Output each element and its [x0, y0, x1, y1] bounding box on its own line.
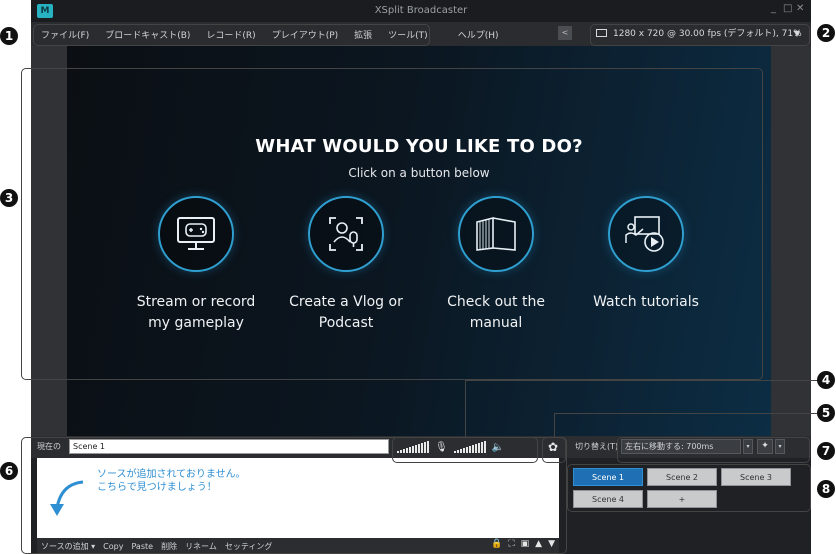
callout-box-scenes — [567, 464, 811, 512]
callout-badge-1: 1 — [0, 27, 18, 45]
transition-label: 切り替え(T) — [575, 442, 619, 451]
menu-help[interactable]: ヘルプ(H) — [436, 25, 507, 44]
callout-badge-3: 3 — [0, 189, 18, 207]
callout-leader — [554, 413, 555, 437]
callout-box-transition — [617, 437, 810, 463]
maximize-button[interactable]: □ — [783, 3, 792, 14]
callout-badge-8: 8 — [817, 480, 835, 498]
callout-badge-7: 7 — [817, 442, 835, 460]
callout-box-resolution — [590, 24, 810, 46]
callout-leader — [465, 380, 818, 381]
callout-box-sources — [21, 437, 567, 554]
callout-badge-6: 6 — [0, 462, 18, 480]
callout-box-preview — [21, 68, 763, 380]
minimize-button[interactable]: _ — [771, 3, 776, 14]
title-bar: M XSplit Broadcaster _ □ ✕ — [31, 0, 811, 22]
callout-leader — [465, 380, 466, 437]
callout-badge-2: 2 — [817, 24, 835, 42]
callout-badge-4: 4 — [817, 371, 835, 389]
share-icon[interactable]: < — [558, 26, 572, 40]
callout-box-menu — [33, 24, 430, 46]
window-title: XSplit Broadcaster — [374, 5, 468, 16]
callout-badge-5: 5 — [817, 404, 835, 422]
close-button[interactable]: ✕ — [796, 3, 804, 14]
callout-leader — [554, 413, 818, 414]
